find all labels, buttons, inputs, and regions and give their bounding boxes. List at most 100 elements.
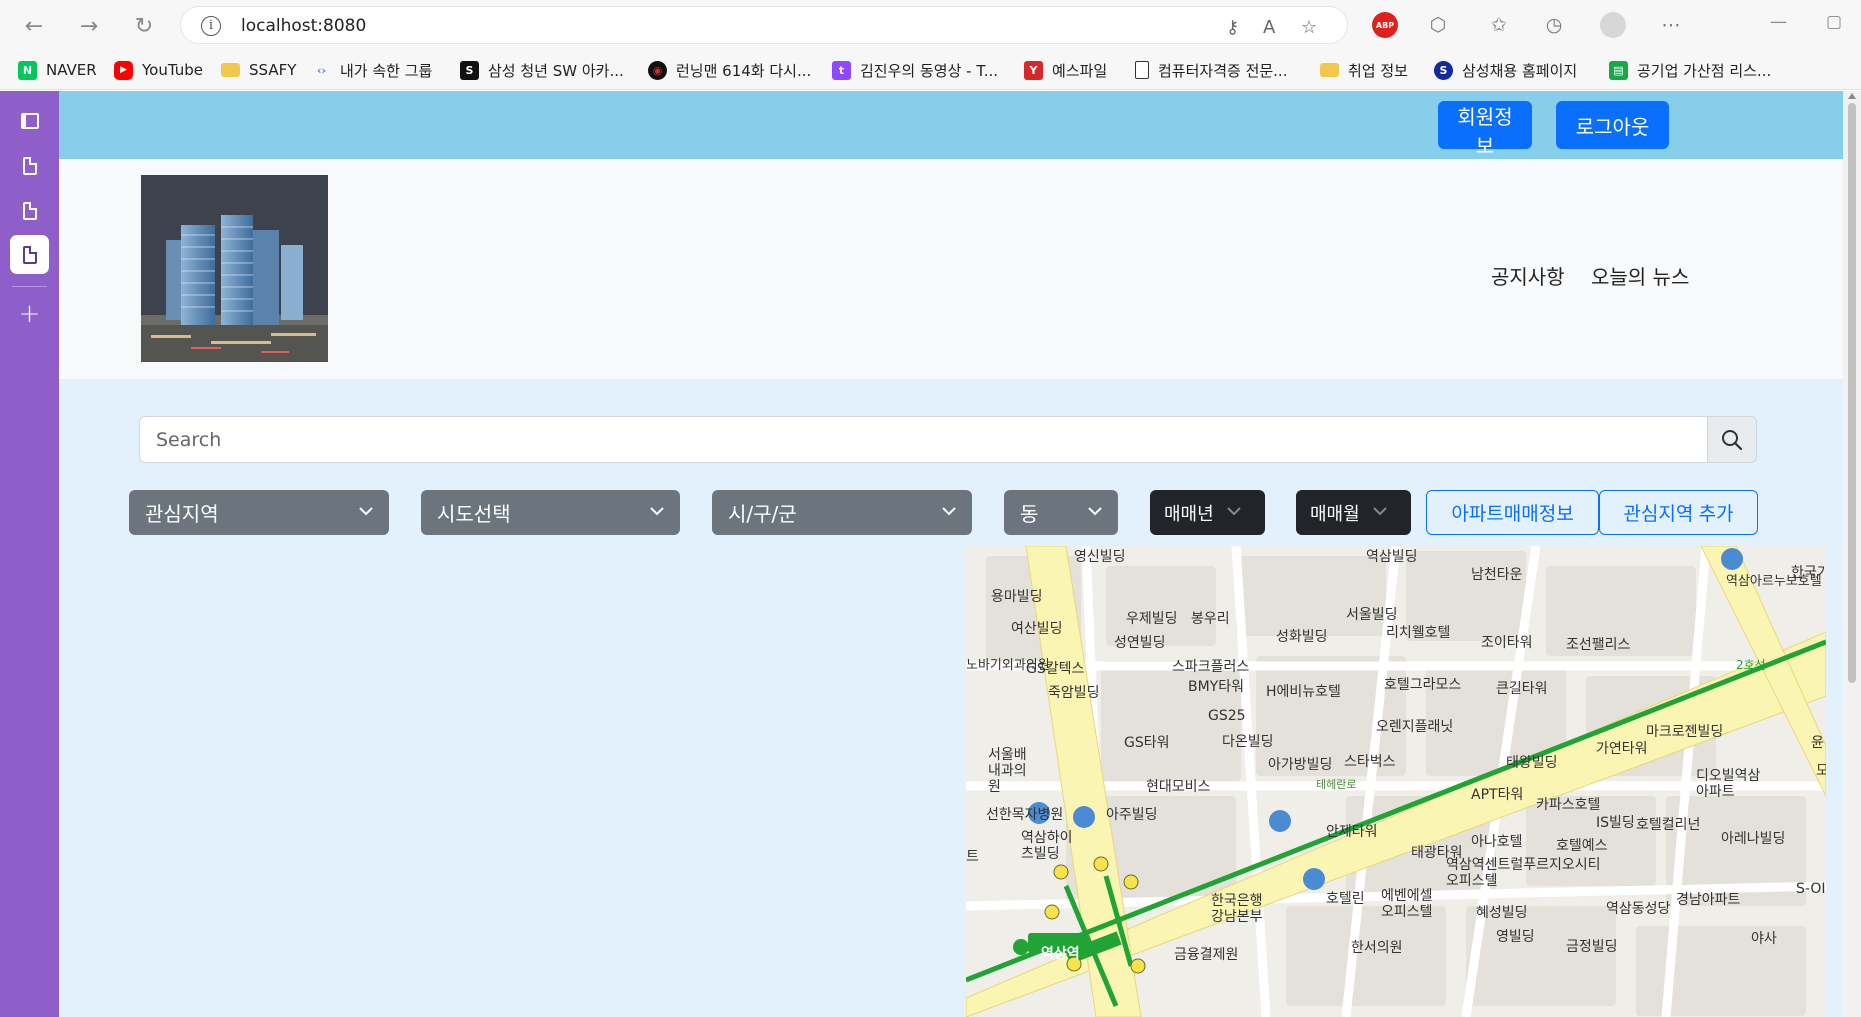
- map-poi-label[interactable]: 안제타워: [1326, 821, 1378, 841]
- add-favorite-icon[interactable]: ☆: [1301, 17, 1317, 38]
- bookmark-youtube[interactable]: ▶ YouTube: [114, 58, 203, 82]
- map-poi-label[interactable]: 가연타워: [1596, 738, 1648, 758]
- dong-select[interactable]: 동: [1004, 490, 1118, 535]
- map-poi-label[interactable]: 남천타운: [1471, 564, 1523, 584]
- map-poi-label[interactable]: 호텔그라모스: [1384, 674, 1461, 694]
- map-poi-label[interactable]: H에비뉴호텔: [1266, 681, 1341, 701]
- tab-item-1[interactable]: [10, 146, 49, 185]
- map-poi-label[interactable]: 아가방빌딩: [1268, 754, 1332, 774]
- bookmark-ssafy-academy[interactable]: S 삼성 청년 SW 아카...: [460, 58, 624, 82]
- map-poi-label[interactable]: 스파크플러스: [1172, 656, 1249, 676]
- map-poi-label[interactable]: 스타벅스: [1344, 751, 1396, 771]
- map-poi-label[interactable]: 성연빌딩: [1114, 632, 1166, 652]
- refresh-icon[interactable]: ↻: [128, 10, 160, 42]
- map-poi-label[interactable]: 영신빌딩: [1074, 546, 1126, 566]
- map-poi-label[interactable]: 조이타워: [1481, 632, 1533, 652]
- bookmark-group[interactable]: ‹› 내가 속한 그룹: [312, 58, 432, 82]
- address-bar[interactable]: i localhost:8080 ⚷ A ☆: [180, 6, 1348, 44]
- adblock-icon[interactable]: ABP: [1372, 12, 1398, 38]
- map-poi-label[interactable]: 호텔예스: [1556, 835, 1608, 855]
- tab-actions-icon[interactable]: [10, 101, 49, 140]
- interest-area-select[interactable]: 관심지역: [129, 490, 389, 535]
- map-poi-label[interactable]: 현대모비스: [1146, 776, 1210, 796]
- add-interest-area-button[interactable]: 관심지역 추가: [1599, 490, 1758, 535]
- map-poi-label[interactable]: GS타워: [1124, 732, 1170, 752]
- search-input[interactable]: [139, 416, 1708, 463]
- bookmark-runningman[interactable]: ◉ 런닝맨 614화 다시...: [648, 58, 811, 82]
- map-poi-label[interactable]: 용마빌딩: [991, 586, 1043, 606]
- map-poi-label[interactable]: 역삼동성당: [1606, 898, 1670, 918]
- bookmark-cert[interactable]: 컴퓨터자격증 전문...: [1135, 58, 1287, 82]
- new-tab-icon[interactable]: +: [10, 294, 49, 333]
- map-poi-label[interactable]: 서울빌딩: [1346, 604, 1398, 624]
- site-info-icon[interactable]: i: [201, 16, 221, 36]
- map-poi-label[interactable]: APT타워: [1471, 784, 1523, 804]
- map-view[interactable]: 역삼역 2호선 테헤란로 영신빌딩 역삼빌딩 남천타운 역삼아르누보호텔 한국기…: [966, 546, 1826, 1017]
- map-poi-label[interactable]: 금정빌딩: [1566, 936, 1618, 956]
- profile-avatar[interactable]: [1600, 12, 1626, 38]
- map-poi-label[interactable]: 카파스호텔: [1536, 794, 1600, 814]
- tab-item-2[interactable]: [10, 191, 49, 230]
- map-poi-label[interactable]: 아주빌딩: [1106, 804, 1158, 824]
- map-poi-label[interactable]: 디오빌역삼아파트: [1696, 768, 1766, 800]
- apt-deal-info-button[interactable]: 아파트매매정보: [1426, 490, 1599, 535]
- forward-icon[interactable]: →: [73, 10, 105, 42]
- map-poi-label[interactable]: S-OIL: [1796, 881, 1826, 897]
- map-poi-label[interactable]: 여산빌딩: [1011, 618, 1063, 638]
- page-scrollbar[interactable]: [1843, 91, 1861, 1017]
- deal-year-select[interactable]: 매매년: [1150, 490, 1265, 535]
- map-poi-label[interactable]: 한국기: [1791, 562, 1826, 582]
- map-poi-label[interactable]: 오렌지플래닛: [1376, 716, 1453, 736]
- bookmark-yesfile[interactable]: Y 예스파일: [1024, 58, 1107, 82]
- map-poi-label[interactable]: 조선팰리스: [1566, 634, 1630, 654]
- search-button[interactable]: [1708, 416, 1757, 463]
- scrollbar-thumb[interactable]: [1848, 103, 1856, 683]
- back-icon[interactable]: ←: [18, 10, 50, 42]
- map-poi-label[interactable]: 혜성빌딩: [1476, 902, 1528, 922]
- map-poi-label[interactable]: 역삼역센트럴푸르지오시티오피스텔: [1446, 857, 1606, 889]
- map-poi-label[interactable]: 큰길타워: [1496, 678, 1548, 698]
- map-poi-label[interactable]: 리치웰호텔: [1386, 622, 1450, 642]
- map-poi-label[interactable]: GS칼텍스: [1026, 658, 1084, 678]
- nav-notice-link[interactable]: 공지사항: [1491, 261, 1565, 290]
- history-icon[interactable]: ◷: [1541, 12, 1567, 38]
- map-poi-label[interactable]: 태왕빌딩: [1506, 752, 1558, 772]
- station-label[interactable]: 역삼역: [1041, 943, 1080, 963]
- maximize-icon[interactable]: ▢: [1826, 12, 1842, 32]
- map-poi-label[interactable]: 역삼빌딩: [1366, 546, 1418, 566]
- bookmark-ssafy[interactable]: SSAFY: [221, 58, 296, 82]
- map-poi-label[interactable]: 성화빌딩: [1276, 626, 1328, 646]
- bookmark-samsung[interactable]: S 삼성채용 홈페이지: [1434, 58, 1577, 82]
- deal-month-select[interactable]: 매매월: [1296, 490, 1411, 535]
- map-poi-label[interactable]: 우제빌딩: [1126, 608, 1178, 628]
- map-poi-label[interactable]: 아레나빌딩: [1721, 828, 1785, 848]
- map-poi-label[interactable]: 경남아파트: [1676, 889, 1740, 909]
- map-poi-label[interactable]: 야사: [1751, 928, 1777, 948]
- minimize-icon[interactable]: —: [1770, 12, 1787, 32]
- gugun-select[interactable]: 시/구/군: [712, 490, 972, 535]
- scroll-up-icon[interactable]: [1848, 93, 1856, 99]
- map-poi-label[interactable]: 한국은행강남본부: [1211, 893, 1271, 925]
- map-poi-label[interactable]: 트: [966, 846, 979, 866]
- nav-news-link[interactable]: 오늘의 뉴스: [1591, 261, 1689, 290]
- map-poi-label[interactable]: 아나호텔: [1471, 831, 1523, 851]
- map-poi-label[interactable]: 선한목자병원: [986, 804, 1063, 824]
- favorites-icon[interactable]: ✩: [1486, 12, 1512, 38]
- map-poi-label[interactable]: 영빌딩: [1496, 926, 1535, 946]
- extensions-icon[interactable]: ⬡: [1425, 12, 1451, 38]
- read-aloud-icon[interactable]: A: [1263, 17, 1275, 38]
- member-info-button[interactable]: 회원정보: [1438, 101, 1532, 158]
- map-poi-label[interactable]: 죽암빌딩: [1048, 682, 1100, 702]
- map-poi-label[interactable]: 호텔컬리넌: [1636, 814, 1700, 834]
- map-poi-label[interactable]: 마크로젠빌딩: [1646, 721, 1723, 741]
- bookmark-twitch[interactable]: t 김진우의 동영상 - T...: [832, 58, 998, 82]
- map-poi-label[interactable]: GS25: [1208, 708, 1246, 724]
- map-poi-label[interactable]: 호텔린: [1326, 888, 1365, 908]
- sido-select[interactable]: 시도선택: [421, 490, 680, 535]
- tab-item-active[interactable]: [10, 235, 49, 274]
- map-poi-label[interactable]: 금융결제원: [1174, 944, 1238, 964]
- map-poi-label[interactable]: BMY타워: [1188, 676, 1244, 696]
- map-poi-label[interactable]: 서울배내과의원: [988, 747, 1032, 795]
- map-poi-label[interactable]: 윤: [1811, 732, 1824, 752]
- map-poi-label[interactable]: 모: [1816, 760, 1826, 780]
